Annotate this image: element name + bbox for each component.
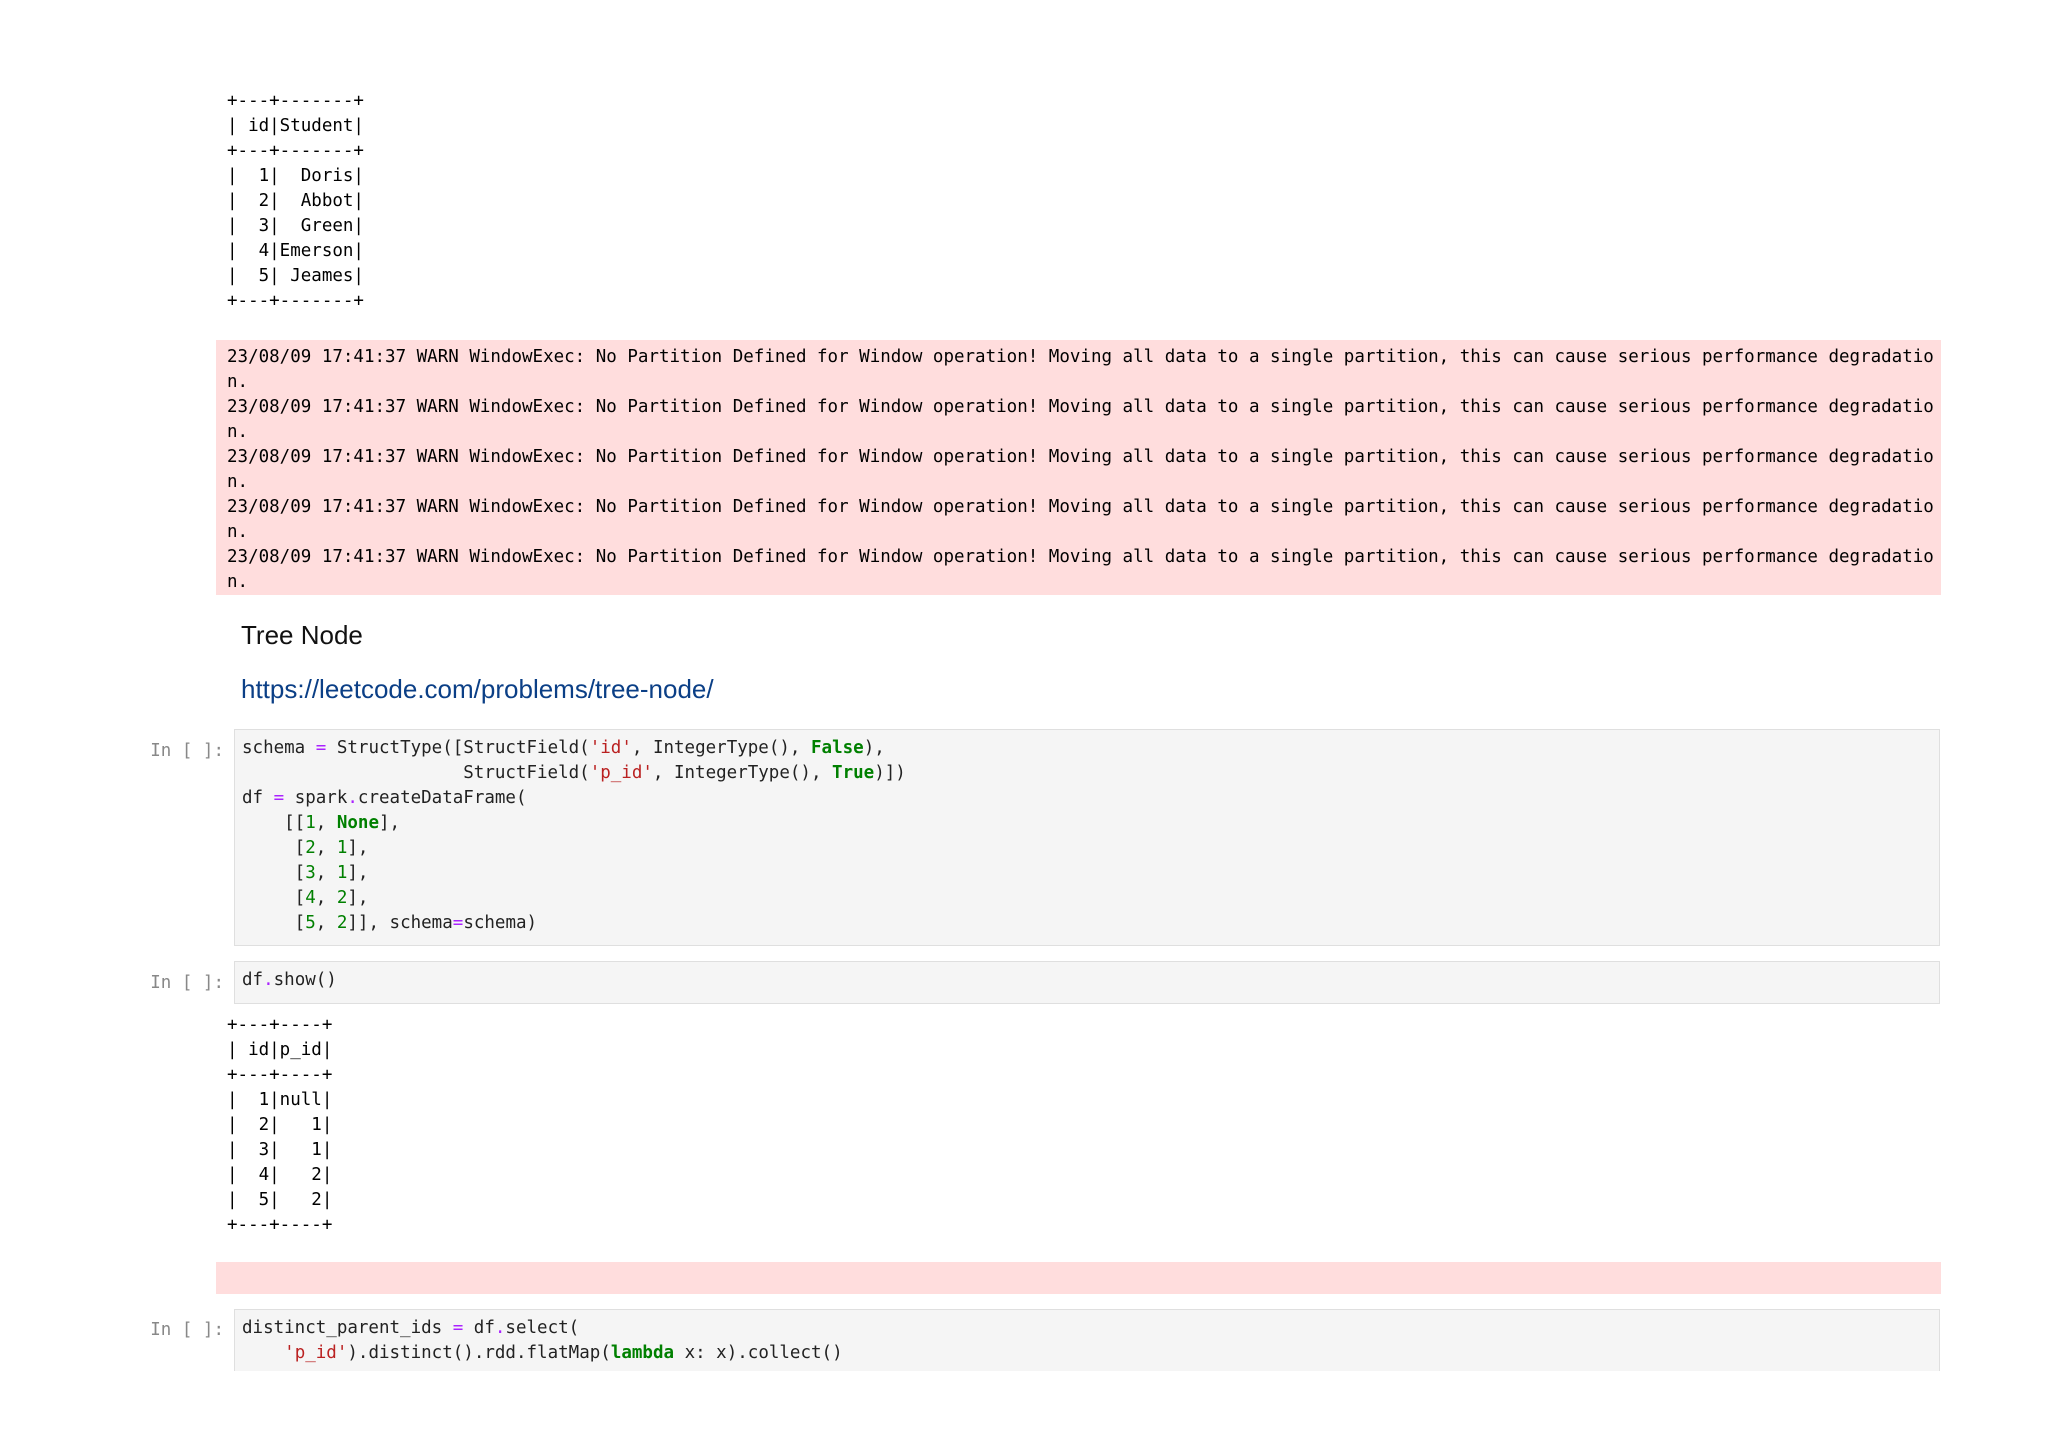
warning-line: 23/08/09 17:41:37 WARN WindowExec: No Pa… <box>227 547 1934 567</box>
table-line: | 2| 1| <box>227 1115 333 1135</box>
markdown-heading: Tree Node <box>241 620 363 650</box>
code-cell-schema[interactable]: schema = StructType([StructField('id', I… <box>234 729 1940 946</box>
table-line: +---+----+ <box>227 1215 333 1235</box>
problem-link[interactable]: https://leetcode.com/problems/tree-node/ <box>241 674 714 705</box>
code-cell-distinct[interactable]: distinct_parent_ids = df.select( 'p_id')… <box>234 1309 1940 1371</box>
table-line: | 3| 1| <box>227 1140 333 1160</box>
warning-line: 23/08/09 17:41:37 WARN WindowExec: No Pa… <box>227 347 1934 367</box>
code-line: distinct_parent_ids = df.select( <box>242 1318 580 1338</box>
table-line: | 2| Abbot| <box>227 191 364 211</box>
table-line: +---+-------+ <box>227 291 364 311</box>
warning-line: n. <box>227 422 249 442</box>
table-line: | 4| 2| <box>227 1165 333 1185</box>
warning-line: n. <box>227 472 249 492</box>
table-line: | 5| 2| <box>227 1190 333 1210</box>
table-line: +---+----+ <box>227 1065 333 1085</box>
table-line: | 3| Green| <box>227 216 364 236</box>
stderr-output-empty <box>216 1262 1941 1294</box>
table-line: +---+----+ <box>227 1015 333 1035</box>
warning-line: 23/08/09 17:41:37 WARN WindowExec: No Pa… <box>227 397 1934 417</box>
cell-prompt: In [ ]: <box>150 973 224 993</box>
table-line: | 1| Doris| <box>227 166 364 186</box>
code-line: [5, 2]], schema=schema) <box>242 913 538 933</box>
stderr-output: 23/08/09 17:41:37 WARN WindowExec: No Pa… <box>216 340 1941 595</box>
students-table-output: +---+-------+ | id|Student| +---+-------… <box>227 89 364 314</box>
table-line: | 1|null| <box>227 1090 333 1110</box>
table-line: +---+-------+ <box>227 141 364 161</box>
code-line: 'p_id').distinct().rdd.flatMap(lambda x:… <box>284 1343 843 1363</box>
cell-prompt: In [ ]: <box>150 741 224 761</box>
code-line: StructField('p_id', IntegerType(), True)… <box>242 763 906 783</box>
warning-line: n. <box>227 522 249 542</box>
code-line: df.show() <box>242 970 337 990</box>
table-line: | 5| Jeames| <box>227 266 364 286</box>
code-line: schema = StructType([StructField('id', I… <box>242 738 885 758</box>
cell-prompt: In [ ]: <box>150 1320 224 1340</box>
code-line: [4, 2], <box>242 888 369 908</box>
warning-line: 23/08/09 17:41:37 WARN WindowExec: No Pa… <box>227 497 1934 517</box>
table-line: | id|Student| <box>227 116 364 136</box>
warning-line: n. <box>227 572 249 592</box>
code-cell-show[interactable]: df.show() <box>234 961 1940 1004</box>
code-line: [2, 1], <box>242 838 369 858</box>
code-line: df = spark.createDataFrame( <box>242 788 527 808</box>
warning-line: 23/08/09 17:41:37 WARN WindowExec: No Pa… <box>227 447 1934 467</box>
code-line: [3, 1], <box>242 863 369 883</box>
warning-line: n. <box>227 372 249 392</box>
code-line: [[1, None], <box>242 813 401 833</box>
table-line: +---+-------+ <box>227 91 364 111</box>
table-line: | id|p_id| <box>227 1040 333 1060</box>
table-line: | 4|Emerson| <box>227 241 364 261</box>
tree-table-output: +---+----+ | id|p_id| +---+----+ | 1|nul… <box>227 1013 332 1238</box>
